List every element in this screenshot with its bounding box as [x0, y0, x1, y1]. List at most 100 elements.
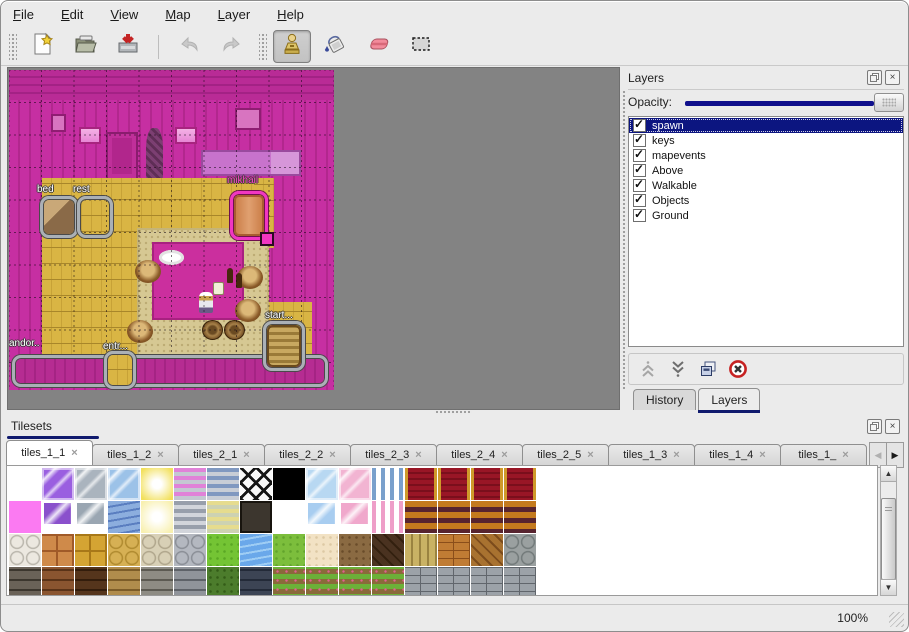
- delete-layer-button[interactable]: [727, 358, 749, 380]
- float-panel-icon[interactable]: [867, 419, 882, 434]
- tile-wall-graybrick-light[interactable]: [438, 567, 470, 596]
- tile-plaque-dark[interactable]: [240, 501, 272, 533]
- tile-tiles-orange[interactable]: [42, 534, 74, 566]
- tile-empty[interactable]: [273, 501, 305, 533]
- opacity-slider[interactable]: [685, 101, 874, 106]
- tile-sand[interactable]: [306, 534, 338, 566]
- tileset-view[interactable]: [6, 465, 878, 596]
- tile-grass-flower-path[interactable]: [306, 567, 338, 596]
- layer-row-Objects[interactable]: Objects: [629, 193, 903, 208]
- tile-stripes-brown[interactable]: [405, 501, 437, 533]
- raise-layer-button[interactable]: [637, 358, 659, 380]
- tileset-tab-tiles_1_3[interactable]: tiles_1_3×: [608, 444, 695, 466]
- tile-lattice[interactable]: [240, 468, 272, 500]
- tile-carpet-red[interactable]: [471, 468, 503, 500]
- map-canvas[interactable]: bedrestmikhailstart...entr...andor..: [9, 70, 334, 390]
- close-panel-icon[interactable]: ×: [885, 419, 900, 434]
- new-file-button[interactable]: [23, 30, 61, 63]
- tile-glow-pale[interactable]: [141, 501, 173, 533]
- close-tab-icon[interactable]: ×: [243, 449, 249, 461]
- tile-carpet-red[interactable]: [504, 468, 536, 500]
- scrollbar-thumb[interactable]: [881, 498, 896, 580]
- tile-grass-flower-path[interactable]: [273, 567, 305, 596]
- tile-wall-graybrick-light[interactable]: [504, 567, 536, 596]
- tile-black[interactable]: [273, 468, 305, 500]
- dock-tab-layers[interactable]: Layers: [698, 388, 760, 410]
- tile-wall-graybrick[interactable]: [174, 567, 206, 596]
- close-tab-icon[interactable]: ×: [415, 449, 421, 461]
- tile-logs-gray[interactable]: [504, 534, 536, 566]
- map-object-bed[interactable]: [40, 196, 78, 238]
- tile-grass[interactable]: [273, 534, 305, 566]
- tile-water-ripple[interactable]: [108, 501, 140, 533]
- menu-map[interactable]: Map: [165, 7, 190, 22]
- tile-wall-brownbrick[interactable]: [42, 567, 74, 596]
- tile-empty[interactable]: [9, 468, 41, 500]
- tile-hedge[interactable]: [207, 567, 239, 596]
- tile-glass-blue[interactable]: [108, 468, 140, 500]
- menu-help[interactable]: Help: [277, 7, 304, 22]
- close-tab-icon[interactable]: ×: [759, 449, 765, 461]
- tile-herringbone[interactable]: [471, 534, 503, 566]
- tile-stripes-brown[interactable]: [471, 501, 503, 533]
- float-panel-icon[interactable]: [867, 70, 882, 85]
- tile-grass-bright[interactable]: [207, 534, 239, 566]
- tile-glass-gray-small[interactable]: [75, 501, 107, 533]
- stamp-tool-button[interactable]: [273, 30, 311, 63]
- close-tab-icon[interactable]: ×: [842, 449, 848, 461]
- toolbar-drag-handle[interactable]: [9, 34, 17, 60]
- tile-glow-yellow[interactable]: [141, 468, 173, 500]
- tile-glass-pink-small[interactable]: [339, 501, 371, 533]
- tile-curtain-pink[interactable]: [372, 501, 404, 533]
- tileset-tab-tiles_1_2[interactable]: tiles_1_2×: [92, 444, 179, 466]
- open-file-button[interactable]: [66, 30, 104, 63]
- layer-row-spawn[interactable]: spawn: [629, 118, 903, 133]
- redo-button[interactable]: [213, 30, 251, 63]
- tileset-tab-tiles_1_4[interactable]: tiles_1_4×: [694, 444, 781, 466]
- map-object-start[interactable]: [263, 321, 305, 371]
- tile-grass-flower-path[interactable]: [372, 567, 404, 596]
- selection-handle[interactable]: [260, 232, 274, 246]
- tile-glass-lightblue[interactable]: [306, 468, 338, 500]
- dock-resize-handle[interactable]: [621, 90, 627, 390]
- layer-visibility-checkbox[interactable]: [633, 179, 646, 192]
- tileset-tab-tiles_1_1[interactable]: tiles_1_1×: [6, 440, 93, 466]
- close-panel-icon[interactable]: ×: [885, 70, 900, 85]
- eraser-tool-button[interactable]: [359, 30, 397, 63]
- bucket-fill-tool-button[interactable]: [316, 30, 354, 63]
- close-tab-icon[interactable]: ×: [329, 449, 335, 461]
- tile-tile-pink[interactable]: [9, 501, 41, 533]
- tile-stripes-yellow[interactable]: [207, 501, 239, 533]
- tile-wall-tanbrick[interactable]: [108, 567, 140, 596]
- tile-stones-gold[interactable]: [108, 534, 140, 566]
- tile-pebbles[interactable]: [141, 534, 173, 566]
- tile-stripes-pink[interactable]: [174, 468, 206, 500]
- close-tab-icon[interactable]: ×: [501, 449, 507, 461]
- map-object-mikhail[interactable]: [230, 191, 268, 240]
- tileset-tab-tiles_1_[interactable]: tiles_1_×: [780, 444, 867, 466]
- toolbar-drag-handle[interactable]: [259, 34, 267, 60]
- tile-wall-darkwood[interactable]: [75, 567, 107, 596]
- duplicate-layer-button[interactable]: [697, 358, 719, 380]
- tile-stripes-blue[interactable]: [207, 468, 239, 500]
- tileset-scrollbar[interactable]: ▲ ▼: [880, 465, 897, 596]
- tile-water-sparkle[interactable]: [240, 534, 272, 566]
- menu-file[interactable]: File: [13, 7, 34, 22]
- scroll-up-icon[interactable]: ▲: [881, 466, 896, 482]
- lower-layer-button[interactable]: [667, 358, 689, 380]
- tile-stones-gray[interactable]: [174, 534, 206, 566]
- close-tab-icon[interactable]: ×: [587, 449, 593, 461]
- tile-glass-gray[interactable]: [75, 468, 107, 500]
- tile-wall-graystone[interactable]: [141, 567, 173, 596]
- layer-visibility-checkbox[interactable]: [633, 164, 646, 177]
- scroll-down-icon[interactable]: ▼: [881, 579, 896, 595]
- menu-layer[interactable]: Layer: [218, 7, 251, 22]
- tile-tiles-gold[interactable]: [75, 534, 107, 566]
- tile-carpet-red[interactable]: [438, 468, 470, 500]
- map-object-rest[interactable]: [77, 196, 113, 238]
- map-view[interactable]: bedrestmikhailstart...entr...andor..: [7, 67, 620, 410]
- layer-row-Ground[interactable]: Ground: [629, 208, 903, 223]
- tile-planks-dark-diag[interactable]: [372, 534, 404, 566]
- tile-glass-purple-small[interactable]: [42, 501, 74, 533]
- tile-stripes-gray[interactable]: [174, 501, 206, 533]
